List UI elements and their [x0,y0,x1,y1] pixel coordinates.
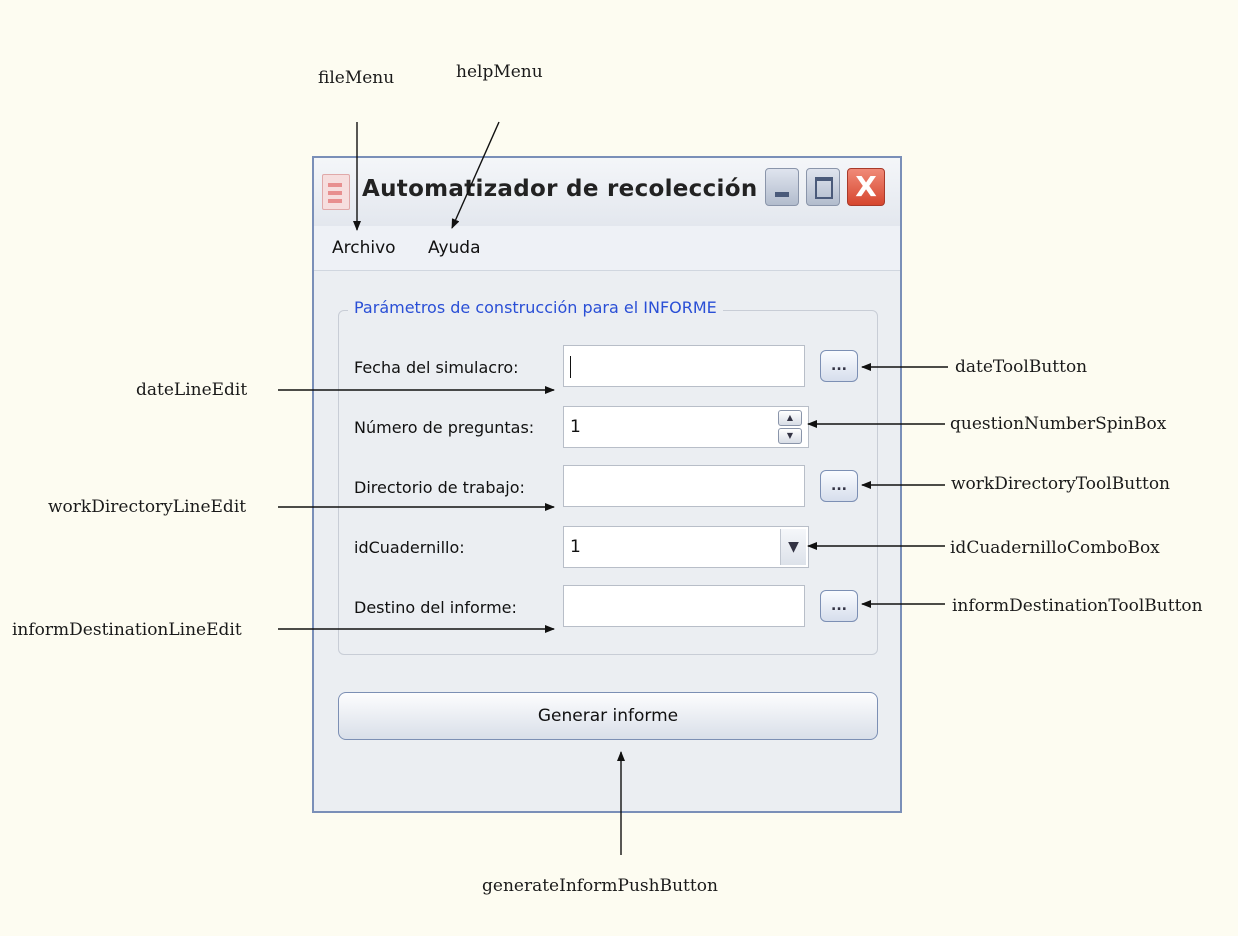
annotation-arrows [278,121,948,855]
arrow-helpmenu [451,121,500,229]
